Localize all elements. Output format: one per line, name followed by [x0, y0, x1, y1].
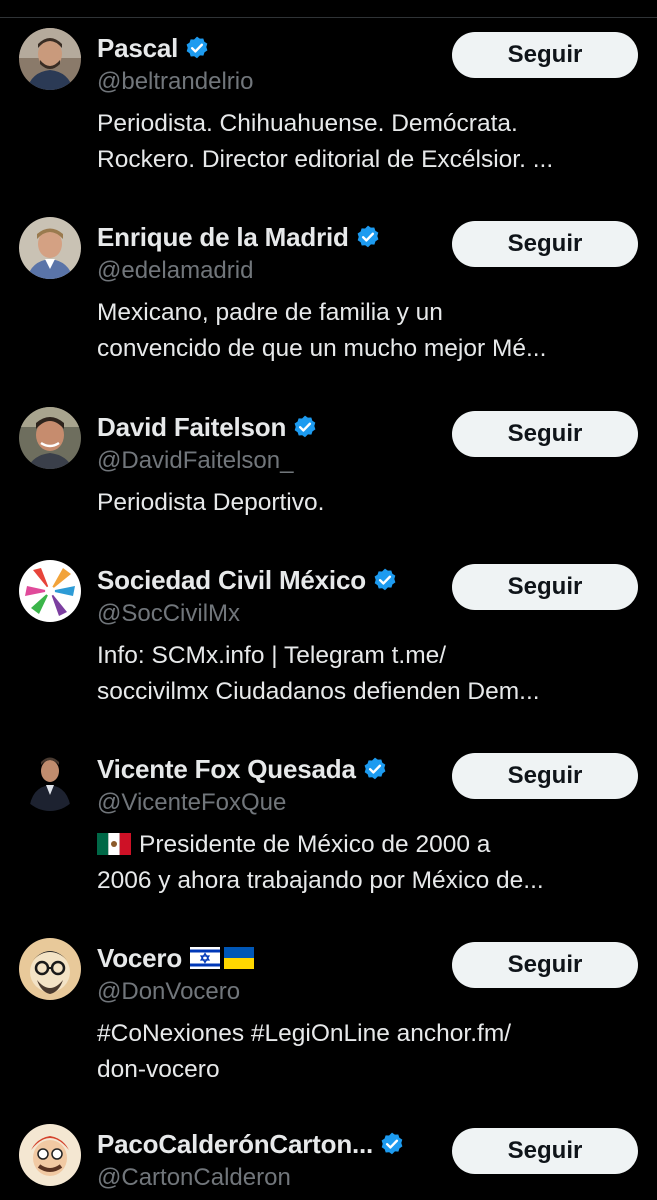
avatar[interactable]: [19, 938, 81, 1000]
user-bio: Mexicano, padre de familia y un convenci…: [97, 295, 642, 367]
user-handle: @VicenteFoxQue: [97, 789, 287, 816]
user-bio: Info: SCMx.info | Telegram t.me/ soccivi…: [97, 638, 642, 710]
bio-line: Periodista Deportivo.: [97, 489, 325, 516]
user-bio: Presidente de México de 2000 a 2006 y ah…: [97, 827, 642, 899]
avatar[interactable]: [19, 28, 81, 90]
display-name[interactable]: Pascal: [97, 33, 178, 64]
avatar[interactable]: [19, 407, 81, 469]
avatar[interactable]: [19, 1124, 81, 1186]
bio-line: soccivilmx Ciudadanos defienden Dem...: [97, 678, 540, 705]
avatar[interactable]: [19, 217, 81, 279]
bio-line-with-flag: Presidente de México de 2000 a: [97, 827, 642, 863]
follow-button[interactable]: Seguir: [452, 32, 638, 78]
ukraine-flag-icon: [224, 947, 255, 969]
verified-badge-icon: [357, 225, 379, 248]
user-handle: @CartonCalderon: [97, 1164, 291, 1191]
display-name[interactable]: Vicente Fox Quesada: [97, 754, 356, 785]
mexico-flag-icon: [97, 833, 131, 855]
follow-button[interactable]: Seguir: [452, 221, 638, 267]
user-handle: @edelamadrid: [97, 257, 254, 284]
bio-line: 2006 y ahora trabajando por México de...: [97, 867, 544, 894]
user-handle: @SocCivilMx: [97, 600, 241, 627]
avatar[interactable]: [19, 749, 81, 811]
bio-line: don-vocero: [97, 1056, 220, 1083]
bio-line: Mexicano, padre de familia y un: [97, 299, 443, 326]
israel-flag-icon: [190, 947, 221, 969]
display-name[interactable]: Sociedad Civil México: [97, 565, 366, 596]
bio-line: convencido de que un mucho mejor Mé...: [97, 335, 547, 362]
verified-badge-icon: [294, 415, 316, 438]
bio-line: Presidente de México de 2000 a: [139, 831, 491, 858]
display-name[interactable]: Vocero: [97, 943, 182, 974]
follow-button[interactable]: Seguir: [452, 564, 638, 610]
verified-badge-icon: [381, 1132, 403, 1155]
user-handle: @beltrandelrio: [97, 68, 254, 95]
top-divider: [0, 0, 657, 18]
display-name[interactable]: PacoCalderónCarton...: [97, 1129, 373, 1160]
follow-button[interactable]: Seguir: [452, 753, 638, 799]
verified-badge-icon: [374, 568, 396, 591]
bio-line: #CoNexiones #LegiOnLine anchor.fm/: [97, 1020, 512, 1047]
display-name[interactable]: Enrique de la Madrid: [97, 222, 349, 253]
name-flags: [190, 947, 255, 969]
user-handle: @DonVocero: [97, 978, 241, 1005]
bio-line: Periodista. Chihuahuense. Demócrata.: [97, 110, 518, 137]
follow-button[interactable]: Seguir: [452, 942, 638, 988]
bio-line: Rockero. Director editorial de Excélsior…: [97, 146, 554, 173]
user-bio: #CoNexiones #LegiOnLine anchor.fm/ don-v…: [97, 1016, 642, 1088]
user-bio: Periodista Deportivo.: [97, 485, 642, 521]
user-bio: Periodista. Chihuahuense. Demócrata. Roc…: [97, 106, 642, 178]
verified-badge-icon: [364, 757, 386, 780]
avatar[interactable]: [19, 560, 81, 622]
display-name[interactable]: David Faitelson: [97, 412, 286, 443]
user-handle: @DavidFaitelson_: [97, 447, 294, 474]
verified-badge-icon: [186, 36, 208, 59]
bio-line: Info: SCMx.info | Telegram t.me/: [97, 642, 447, 669]
follow-button[interactable]: Seguir: [452, 1128, 638, 1174]
follow-button[interactable]: Seguir: [452, 411, 638, 457]
